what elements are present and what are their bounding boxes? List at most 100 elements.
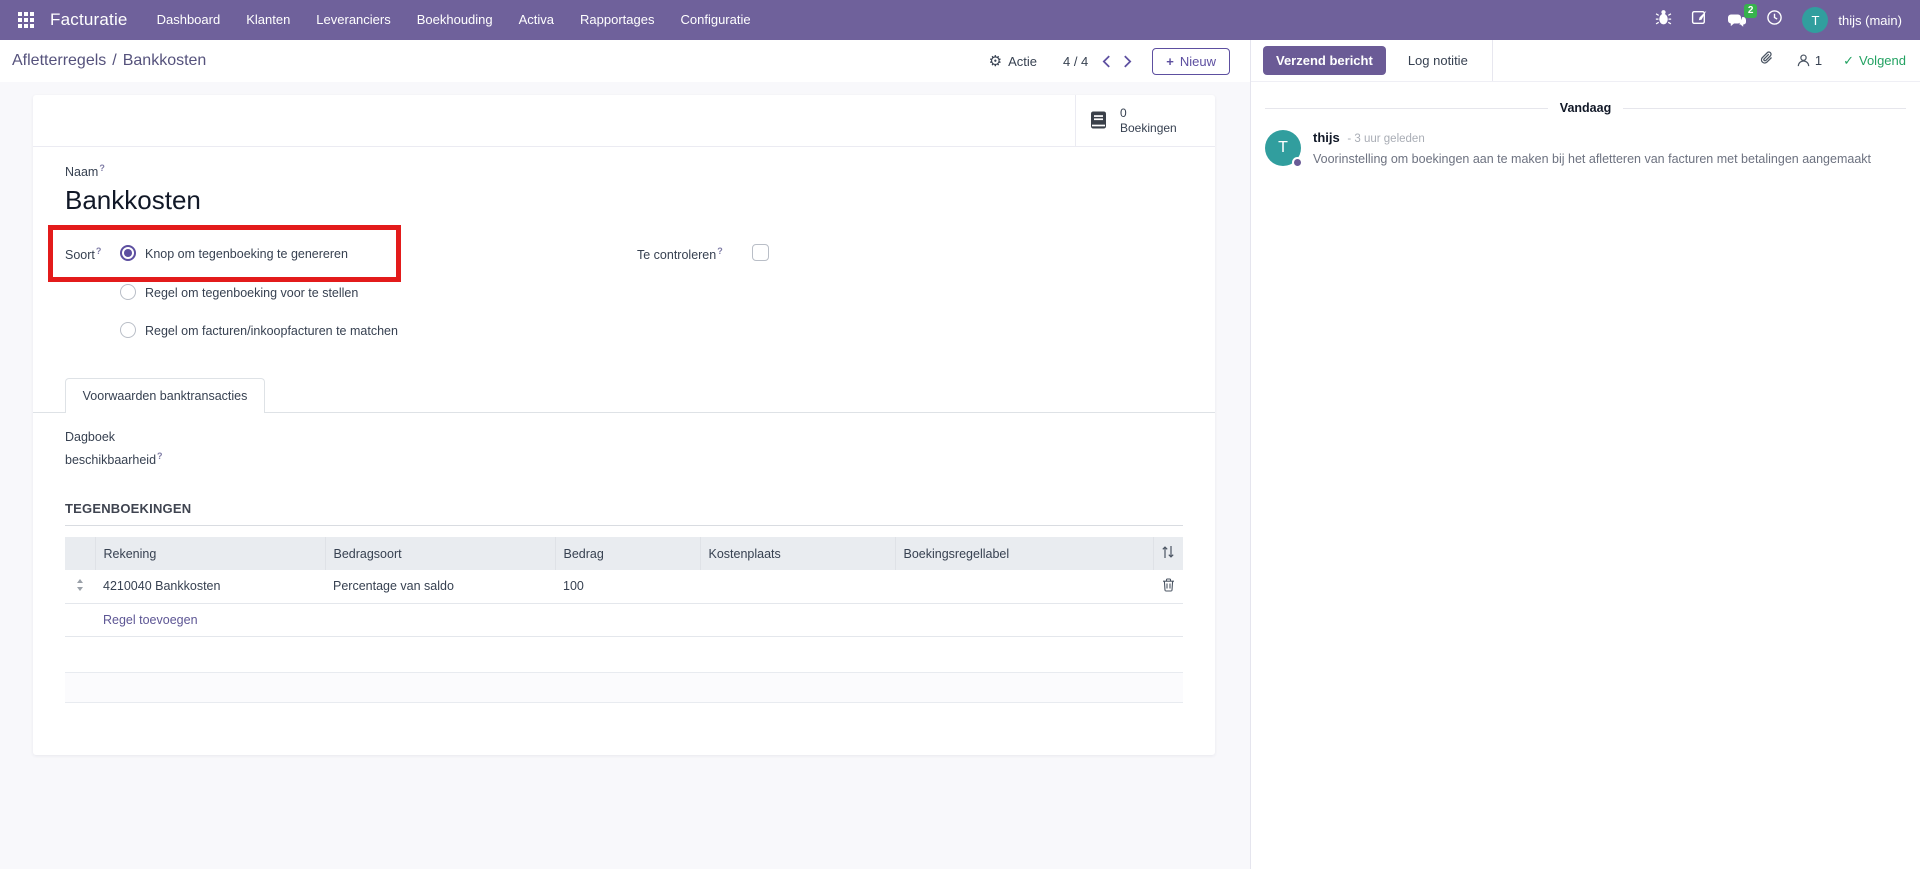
radio-writeoff-button[interactable] <box>120 245 136 261</box>
trash-icon <box>1162 578 1175 592</box>
user-avatar[interactable]: T <box>1802 7 1828 33</box>
cell-bedragsoort[interactable]: Percentage van saldo <box>325 570 555 603</box>
delete-row-button[interactable] <box>1153 570 1183 603</box>
compose-edit-icon[interactable] <box>1691 9 1708 31</box>
top-navbar: Facturatie Dashboard Klanten Leverancier… <box>0 0 1920 40</box>
type-field-label: Soort? <box>65 246 101 262</box>
name-field-label: Naam? <box>65 163 105 179</box>
followers-button[interactable]: 1 <box>1796 53 1822 68</box>
journal-availability-label: Dagboek beschikbaarheid? <box>65 428 163 470</box>
radio-invoice-matching[interactable] <box>120 322 136 338</box>
button-box-strip: 0 Boekingen <box>33 95 1215 147</box>
message-body: Voorinstelling om boekingen aan te maken… <box>1313 151 1871 168</box>
gear-icon: ⚙ <box>989 54 1002 69</box>
nav-left: Facturatie Dashboard Klanten Leverancier… <box>12 0 764 40</box>
column-header-bedragsoort[interactable]: Bedragsoort <box>325 537 555 570</box>
add-line-row: Regel toevoegen <box>65 603 1183 636</box>
cell-kostenplaats[interactable] <box>700 570 895 603</box>
section-divider <box>65 525 1183 526</box>
column-header-kostenplaats[interactable]: Kostenplaats <box>700 537 895 570</box>
messages-icon[interactable]: 2 <box>1727 12 1747 29</box>
menu-leveranciers[interactable]: Leveranciers <box>303 0 403 40</box>
menu-activa[interactable]: Activa <box>506 0 567 40</box>
new-record-button[interactable]: + Nieuw <box>1152 48 1230 75</box>
following-label: Volgend <box>1859 53 1906 68</box>
paperclip-icon <box>1759 50 1775 67</box>
record-pager: 4 / 4 <box>1063 54 1088 69</box>
apps-grid-icon[interactable] <box>12 12 40 28</box>
log-note-button[interactable]: Log notitie <box>1408 53 1468 68</box>
action-menu-button[interactable]: ⚙ Actie <box>989 54 1037 69</box>
cell-rekening[interactable]: 4210040 Bankkosten <box>95 570 325 603</box>
to-check-label: Te controleren? <box>637 246 723 262</box>
breadcrumb: Afletterregels / Bankkosten <box>12 52 206 70</box>
debug-bug-icon[interactable] <box>1655 9 1672 31</box>
control-bar: Afletterregels / Bankkosten ⚙ Actie 4 / … <box>0 40 1250 82</box>
empty-list-footer <box>65 672 1183 703</box>
message-author[interactable]: thijs <box>1313 130 1340 145</box>
table-row[interactable]: 4210040 Bankkosten Percentage van saldo … <box>65 570 1183 603</box>
content-background: 0 Boekingen Naam? Bankkosten Soort? Knop… <box>0 82 1250 869</box>
send-message-button[interactable]: Verzend bericht <box>1263 46 1386 75</box>
radio-invoice-matching-label[interactable]: Regel om facturen/inkoopfacturen te matc… <box>145 324 398 338</box>
date-divider: Vandaag <box>1265 101 1906 115</box>
check-icon: ✓ <box>1843 53 1854 69</box>
drag-handle-icon[interactable] <box>65 570 95 603</box>
help-icon: ? <box>717 246 723 256</box>
chatter-panel: Verzend bericht Log notitie 1 ✓ Vol <box>1250 40 1920 869</box>
view-controls: ⚙ Actie 4 / 4 + Nieuw <box>989 48 1230 75</box>
stat-count: 0 <box>1120 106 1177 121</box>
menu-dashboard[interactable]: Dashboard <box>144 0 234 40</box>
following-button[interactable]: ✓ Volgend <box>1843 53 1906 69</box>
optional-columns-icon <box>1161 545 1175 559</box>
tab-bank-transaction-conditions[interactable]: Voorwaarden banktransacties <box>65 378 265 413</box>
message: T thijs - 3 uur geleden Voorinstelling o… <box>1265 130 1906 168</box>
to-check-checkbox[interactable] <box>752 244 769 261</box>
pager-previous-button[interactable] <box>1096 51 1117 72</box>
cell-bedrag[interactable]: 100 <box>555 570 700 603</box>
date-divider-label: Vandaag <box>1560 101 1611 115</box>
messages-count-badge: 2 <box>1744 4 1758 18</box>
breadcrumb-separator: / <box>112 52 116 70</box>
counterpart-entries-title: TEGENBOEKINGEN <box>65 501 191 516</box>
column-header-boekingsregellabel[interactable]: Boekingsregellabel <box>895 537 1153 570</box>
cell-boekingsregellabel[interactable] <box>895 570 1153 603</box>
breadcrumb-parent[interactable]: Afletterregels <box>12 52 106 70</box>
message-timestamp: - 3 uur geleden <box>1347 133 1424 145</box>
breadcrumb-current: Bankkosten <box>123 52 207 70</box>
followers-count: 1 <box>1815 53 1822 68</box>
help-icon: ? <box>157 451 163 461</box>
pager-next-button[interactable] <box>1117 51 1138 72</box>
attachment-button[interactable] <box>1759 50 1775 72</box>
radio-writeoff-button-label[interactable]: Knop om tegenboeking te genereren <box>145 247 348 261</box>
message-avatar: T <box>1265 130 1301 166</box>
activities-clock-icon[interactable] <box>1766 9 1783 31</box>
menu-klanten[interactable]: Klanten <box>233 0 303 40</box>
action-label: Actie <box>1008 54 1037 69</box>
journal-entries-stat-button[interactable]: 0 Boekingen <box>1075 95 1215 146</box>
column-header-rekening[interactable]: Rekening <box>95 537 325 570</box>
avatar-initial: T <box>1278 139 1288 157</box>
radio-writeoff-suggestion-label[interactable]: Regel om tegenboeking voor te stellen <box>145 286 358 300</box>
optional-columns-button[interactable] <box>1153 537 1183 570</box>
app-name[interactable]: Facturatie <box>50 10 128 30</box>
status-dot <box>1292 157 1303 168</box>
book-icon <box>1088 110 1110 132</box>
counterpart-table: Rekening Bedragsoort Bedrag Kostenplaats… <box>65 537 1183 637</box>
name-field-value[interactable]: Bankkosten <box>65 185 201 216</box>
add-line-button[interactable]: Regel toevoegen <box>95 603 1183 636</box>
new-label: Nieuw <box>1180 54 1216 69</box>
menu-rapportages[interactable]: Rapportages <box>567 0 667 40</box>
menu-configuratie[interactable]: Configuratie <box>668 0 764 40</box>
radio-writeoff-suggestion[interactable] <box>120 284 136 300</box>
column-header-bedrag[interactable]: Bedrag <box>555 537 700 570</box>
plus-icon: + <box>1166 54 1174 69</box>
left-column: Afletterregels / Bankkosten ⚙ Actie 4 / … <box>0 40 1250 869</box>
stat-label: Boekingen <box>1120 121 1177 136</box>
header-separator <box>1492 40 1493 81</box>
main-area: Afletterregels / Bankkosten ⚙ Actie 4 / … <box>0 40 1920 869</box>
user-menu[interactable]: thijs (main) <box>1838 13 1902 28</box>
table-header-row: Rekening Bedragsoort Bedrag Kostenplaats… <box>65 537 1183 570</box>
chatter-header: Verzend bericht Log notitie 1 ✓ Vol <box>1251 40 1920 82</box>
menu-boekhouding[interactable]: Boekhouding <box>404 0 506 40</box>
